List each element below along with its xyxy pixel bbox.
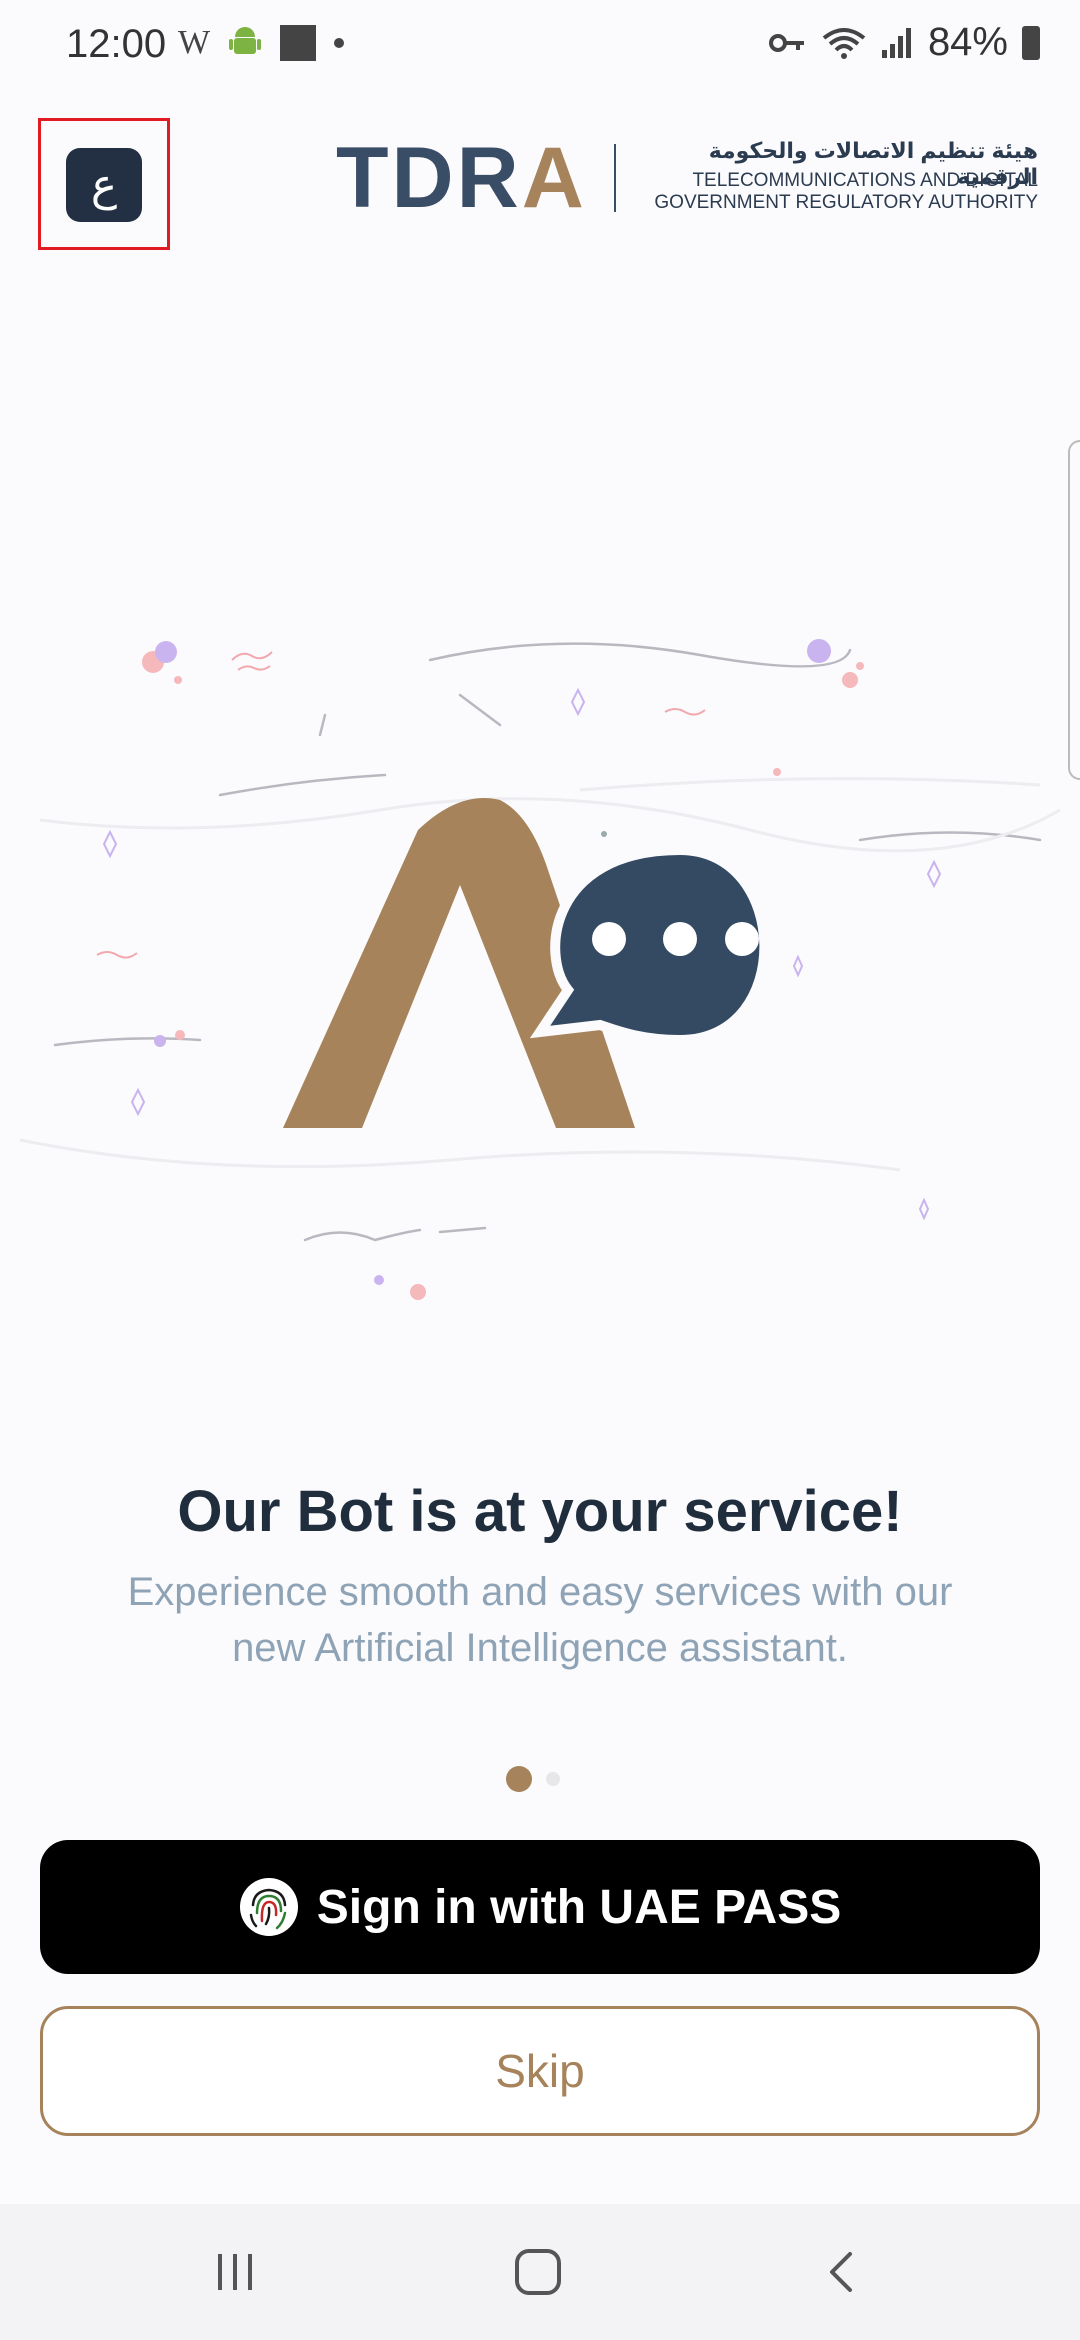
system-navigation-bar (0, 2204, 1080, 2340)
logo-word-end: A (521, 130, 587, 226)
recent-apps-icon (218, 2254, 252, 2290)
system-icons: 84% (768, 20, 1040, 65)
logo-word-start: TDR (336, 130, 522, 226)
status-time: 12:00 (66, 22, 167, 66)
fingerprint-icon (239, 1878, 298, 1936)
sign-in-uae-pass-label: Sign in with UAE PASS (316, 1880, 842, 1934)
logo-english-line2: GOVERNMENT REGULATORY AUTHORITY (654, 192, 1038, 213)
vpn-key-icon (768, 33, 804, 52)
skip-label: Skip (495, 2045, 585, 2097)
status-bar: 12:00 W 84% (0, 0, 1080, 96)
back-icon (830, 2252, 852, 2292)
square-icon (280, 25, 317, 61)
wikipedia-w-icon: W (178, 24, 211, 61)
notification-icons: W (178, 24, 345, 62)
page-indicator (506, 1766, 560, 1792)
page-dot-inactive[interactable] (546, 1772, 560, 1786)
skip-button[interactable]: Skip (40, 2006, 1040, 2136)
dot-icon (334, 38, 345, 48)
home-button[interactable] (508, 2242, 568, 2302)
logo-wordmark: TDRA (336, 135, 587, 221)
sign-in-uae-pass-button[interactable]: Sign in with UAE PASS (40, 1840, 1040, 1974)
wifi-icon (822, 27, 866, 59)
onboarding-subtitle: Experience smooth and easy services with… (127, 1570, 953, 1670)
tdra-logo: TDRA هيئة تنظيم الاتصالات والحكومة الرقم… (336, 135, 1046, 221)
logo-english-line1: TELECOMMUNICATIONS AND DIGITAL (692, 170, 1038, 191)
android-icon (229, 27, 262, 54)
language-toggle-button[interactable]: ع (66, 148, 142, 222)
signal-icon (881, 27, 911, 58)
battery-icon (1022, 25, 1040, 60)
battery-percent: 84% (927, 20, 1008, 64)
logo-divider (614, 144, 616, 212)
back-button[interactable] (812, 2242, 872, 2302)
home-icon (515, 2249, 561, 2295)
recent-apps-button[interactable] (206, 2242, 266, 2302)
bot-illustration (19, 639, 1061, 1300)
onboarding-title: Our Bot is at your service! (177, 1479, 903, 1544)
page-dot-active[interactable] (506, 1766, 532, 1792)
